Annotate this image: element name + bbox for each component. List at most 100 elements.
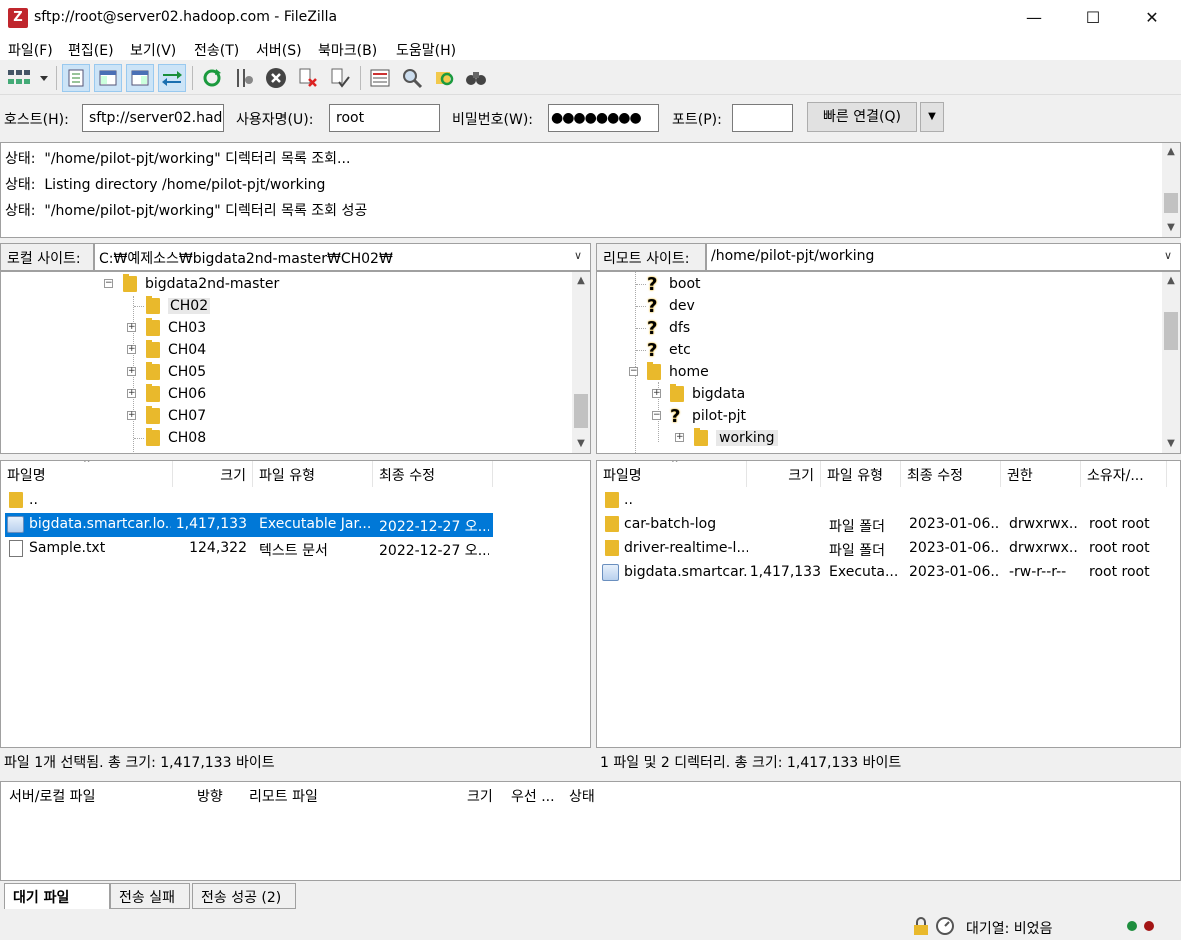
column-header-type[interactable]: 파일 유형 xyxy=(821,461,901,487)
file-row-parent[interactable]: .. xyxy=(601,489,1167,513)
column-header-status[interactable]: 상태 xyxy=(569,786,595,806)
tree-node-ch07[interactable]: CH07 xyxy=(146,405,206,427)
expand-icon[interactable]: + xyxy=(652,389,661,398)
remote-path-input[interactable]: /home/pilot-pjt/working xyxy=(706,243,1181,271)
menu-transfer[interactable]: 전송(T) xyxy=(194,40,239,60)
search-remote-files-icon[interactable] xyxy=(462,64,490,92)
expand-icon[interactable]: + xyxy=(127,345,136,354)
tab-queued-files[interactable]: 대기 파일 xyxy=(4,883,110,909)
local-tree-scrollbar[interactable]: ▲ ▼ xyxy=(572,272,590,453)
chevron-down-icon[interactable]: ∨ xyxy=(1164,249,1172,262)
toggle-log-icon[interactable] xyxy=(62,64,90,92)
tree-node-pilot-pjt[interactable]: ? pilot-pjt xyxy=(670,405,746,427)
folder-icon xyxy=(670,384,684,402)
menu-view[interactable]: 보기(V) xyxy=(130,40,176,60)
quickconnect-dropdown-button[interactable]: ▼ xyxy=(920,102,944,132)
file-row[interactable]: Sample.txt 124,322 텍스트 문서 2022-12-27 오..… xyxy=(5,537,493,561)
local-path-input[interactable]: C:₩예제소스₩bigdata2nd-master₩CH02₩ xyxy=(94,243,591,271)
tree-node-ch08[interactable]: CH08 xyxy=(146,427,206,449)
speed-limit-icon[interactable] xyxy=(935,916,955,940)
expand-icon[interactable]: + xyxy=(127,411,136,420)
column-header-permissions[interactable]: 권한 xyxy=(1001,461,1081,487)
tree-node-ch03[interactable]: CH03 xyxy=(146,317,206,339)
tree-node-working[interactable]: working xyxy=(694,427,778,449)
tree-node-bigdata[interactable]: bigdata xyxy=(670,383,745,405)
menu-server[interactable]: 서버(S) xyxy=(256,40,302,60)
file-row-selected[interactable]: bigdata.smartcar.lo... 1,417,133 Executa… xyxy=(4,512,494,538)
password-input[interactable]: ●●●●●●●● xyxy=(548,104,659,132)
expand-icon[interactable]: + xyxy=(127,389,136,398)
quickconnect-button[interactable]: 빠른 연결(Q) xyxy=(807,102,917,132)
tree-node-home[interactable]: home xyxy=(647,361,709,383)
menu-bookmarks[interactable]: 북마크(B) xyxy=(318,40,377,60)
column-header-size[interactable]: 크기 xyxy=(467,786,493,806)
host-input[interactable]: sftp://server02.hadoop.com xyxy=(82,104,224,132)
expand-icon[interactable]: + xyxy=(127,367,136,376)
collapse-icon[interactable]: − xyxy=(652,411,661,420)
toggle-local-tree-icon[interactable] xyxy=(94,64,122,92)
tree-node-dfs[interactable]: ? dfs xyxy=(647,317,690,339)
port-input[interactable] xyxy=(732,104,793,132)
file-row[interactable]: car-batch-log 파일 폴더 2023-01-06... drwxrw… xyxy=(601,513,1167,537)
directory-filter-icon[interactable] xyxy=(366,64,394,92)
collapse-icon[interactable]: − xyxy=(104,279,113,288)
scroll-thumb[interactable] xyxy=(1164,193,1178,213)
username-input[interactable]: root xyxy=(329,104,440,132)
file-row-parent[interactable]: .. xyxy=(5,489,493,513)
log-scrollbar[interactable]: ▲ ▼ xyxy=(1162,143,1180,237)
column-header-local-file[interactable]: 서버/로컬 파일 xyxy=(9,786,95,806)
scroll-thumb[interactable] xyxy=(574,394,588,428)
tree-node-ch06[interactable]: CH06 xyxy=(146,383,206,405)
quickconnect-bar: 호스트(H): sftp://server02.hadoop.com 사용자명(… xyxy=(0,96,1181,140)
tree-node-bigdata2nd-master[interactable]: bigdata2nd-master xyxy=(123,273,279,295)
tab-failed-transfers[interactable]: 전송 실패 xyxy=(110,883,190,909)
expand-icon[interactable]: + xyxy=(127,323,136,332)
column-header-remote-file[interactable]: 리모트 파일 xyxy=(249,786,318,806)
site-manager-icon[interactable] xyxy=(4,64,52,92)
scroll-up-icon[interactable]: ▲ xyxy=(572,272,590,290)
tree-node-dev[interactable]: ? dev xyxy=(647,295,695,317)
file-row[interactable]: driver-realtime-l... 파일 폴더 2023-01-06...… xyxy=(601,537,1167,561)
process-queue-icon[interactable] xyxy=(230,64,258,92)
menu-help[interactable]: 도움말(H) xyxy=(396,40,456,60)
scroll-up-icon[interactable]: ▲ xyxy=(1162,143,1180,161)
tree-node-etc[interactable]: ? etc xyxy=(647,339,691,361)
toggle-remote-tree-icon[interactable] xyxy=(126,64,154,92)
tree-node-ch02[interactable]: CH02 xyxy=(146,295,211,317)
scroll-up-icon[interactable]: ▲ xyxy=(1162,272,1180,290)
maximize-button[interactable]: ☐ xyxy=(1064,0,1122,36)
title-bar: Z sftp://root@server02.hadoop.com - File… xyxy=(0,0,1181,36)
tab-successful-transfers[interactable]: 전송 성공 (2) xyxy=(192,883,296,909)
cancel-operation-icon[interactable] xyxy=(262,64,290,92)
toggle-queue-icon[interactable] xyxy=(158,64,186,92)
column-header-direction[interactable]: 방향 xyxy=(197,786,223,806)
column-header-size[interactable]: 크기 xyxy=(173,461,253,487)
column-header-modified[interactable]: 최종 수정 xyxy=(373,461,493,487)
column-header-owner[interactable]: 소유자/... xyxy=(1081,461,1167,487)
column-header-size[interactable]: 크기 xyxy=(747,461,821,487)
disconnect-icon[interactable] xyxy=(294,64,322,92)
refresh-icon[interactable] xyxy=(198,64,226,92)
collapse-icon[interactable]: − xyxy=(629,367,638,376)
column-header-modified[interactable]: 최종 수정 xyxy=(901,461,1001,487)
column-header-type[interactable]: 파일 유형 xyxy=(253,461,373,487)
tree-node-ch05[interactable]: CH05 xyxy=(146,361,206,383)
remote-tree-scrollbar[interactable]: ▲ ▼ xyxy=(1162,272,1180,453)
column-header-priority[interactable]: 우선 ... xyxy=(511,786,555,806)
sync-browsing-icon[interactable] xyxy=(430,64,458,92)
minimize-button[interactable]: — xyxy=(1005,0,1063,36)
menu-file[interactable]: 파일(F) xyxy=(8,40,53,60)
compare-directories-icon[interactable] xyxy=(398,64,426,92)
menu-edit[interactable]: 편집(E) xyxy=(68,40,114,60)
tree-node-ch04[interactable]: CH04 xyxy=(146,339,206,361)
scroll-thumb[interactable] xyxy=(1164,312,1178,350)
expand-icon[interactable]: + xyxy=(675,433,684,442)
scroll-down-icon[interactable]: ▼ xyxy=(1162,435,1180,453)
scroll-down-icon[interactable]: ▼ xyxy=(572,435,590,453)
file-row[interactable]: bigdata.smartcar... 1,417,133 Executa...… xyxy=(601,561,1167,585)
tree-node-boot[interactable]: ? boot xyxy=(647,273,701,295)
reconnect-icon[interactable] xyxy=(326,64,354,92)
close-button[interactable]: ✕ xyxy=(1123,0,1181,36)
scroll-down-icon[interactable]: ▼ xyxy=(1162,219,1180,237)
chevron-down-icon[interactable]: ∨ xyxy=(574,249,582,262)
